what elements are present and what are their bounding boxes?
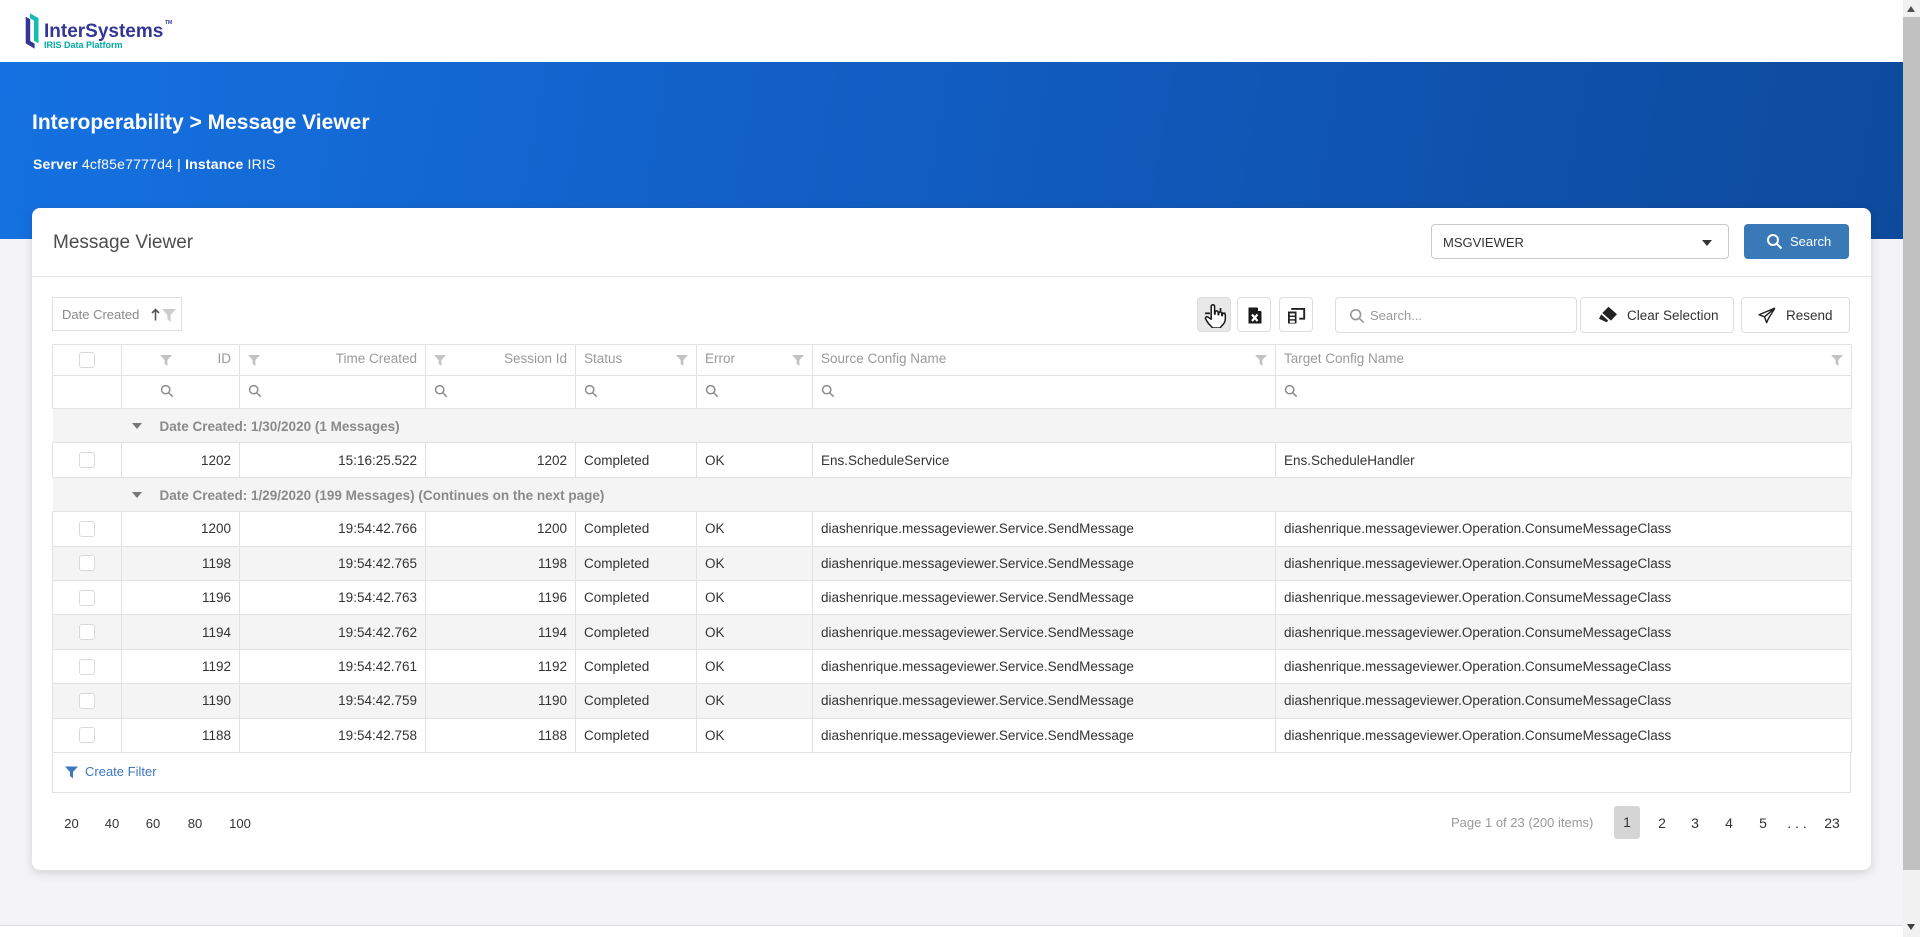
svg-text:InterSystems: InterSystems	[44, 21, 163, 42]
svg-text:IRIS Data Platform: IRIS Data Platform	[44, 40, 123, 50]
svg-text:TM: TM	[165, 20, 172, 26]
